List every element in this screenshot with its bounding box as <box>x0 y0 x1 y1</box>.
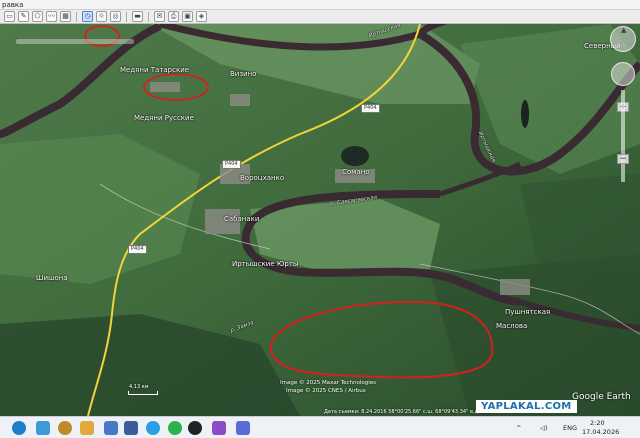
scale-bar <box>128 391 158 395</box>
folder-icon[interactable] <box>80 421 94 435</box>
place-label[interactable]: Шишона <box>36 274 68 282</box>
status-line: Дата съемки: 8.24.2016 58°00'25.66" с.ш.… <box>324 409 493 415</box>
email-icon[interactable]: ✉ <box>154 11 165 22</box>
place-label[interactable]: Вороцханко <box>240 174 284 182</box>
sun-icon[interactable]: ☼ <box>96 11 107 22</box>
north-icon: ▲ <box>621 26 627 34</box>
compass-control[interactable]: ▲ <box>610 26 636 52</box>
zoom-out-button[interactable]: − <box>617 154 629 164</box>
path-icon[interactable]: 〰 <box>46 11 57 22</box>
planet-icon[interactable]: ◎ <box>110 11 121 22</box>
overlay-icon[interactable]: ▦ <box>60 11 71 22</box>
taskbar: ^ ◁) ENG 2:20 17.04.2026 <box>0 416 640 438</box>
app-icon[interactable] <box>236 421 250 435</box>
place-label[interactable]: Иртышские Юрты <box>232 260 298 268</box>
menu-bar[interactable]: равка <box>0 0 640 10</box>
save-image-icon[interactable]: ▣ <box>182 11 193 22</box>
clock-date[interactable]: 17.04.2026 <box>582 428 619 436</box>
lake <box>341 146 369 166</box>
app-icon[interactable] <box>124 421 138 435</box>
forest-area <box>520 174 640 274</box>
place-label[interactable]: Медяни Русские <box>134 114 194 122</box>
maps-icon[interactable]: ◈ <box>196 11 207 22</box>
history-icon[interactable]: ◷ <box>82 11 93 22</box>
edge-icon[interactable] <box>12 421 26 435</box>
print-icon[interactable]: ⎙ <box>168 11 179 22</box>
toolbar: ▭ ✎ ⬠ 〰 ▦ ◷ ☼ ◎ ▬ ✉ ⎙ ▣ ◈ <box>0 10 640 24</box>
road-badge: Р404 <box>222 160 241 169</box>
sidebar-toggle-icon[interactable]: ▭ <box>4 11 15 22</box>
imagery-credit: Image © 2025 Maxar Technologies <box>280 380 377 386</box>
app-icon[interactable] <box>212 421 226 435</box>
road-badge: Р404 <box>361 104 380 113</box>
zoom-slider[interactable] <box>621 90 625 182</box>
clock-time[interactable]: 2:20 <box>590 419 605 427</box>
time-slider[interactable] <box>16 39 134 44</box>
toolbar-divider <box>148 11 149 22</box>
sound-icon[interactable]: ◁) <box>540 424 548 432</box>
vpn-icon[interactable] <box>188 421 202 435</box>
place-label[interactable]: Маслова <box>496 322 527 330</box>
watermark: YAPLAKAL.COM <box>476 400 577 413</box>
oxbow-lake <box>521 100 529 128</box>
place-label[interactable]: Визино <box>230 70 256 78</box>
place-label[interactable]: Сомано <box>342 168 370 176</box>
satellite-imagery <box>0 24 640 416</box>
chevron-up-icon[interactable]: ^ <box>516 424 521 432</box>
place-label[interactable]: Пушнятская <box>505 308 550 316</box>
app-icon[interactable] <box>58 421 72 435</box>
imagery-credit: Image © 2025 CNES / Airbus <box>286 388 366 394</box>
place-label[interactable]: Сабанаки <box>224 215 259 223</box>
road-badge: Р404 <box>128 245 147 254</box>
menu-label[interactable]: равка <box>2 1 23 9</box>
scale-label: 4.13 км <box>129 384 149 390</box>
pin-icon[interactable]: ✎ <box>18 11 29 22</box>
google-earth-logo: Google Earth <box>572 392 631 402</box>
outlook-icon[interactable] <box>36 421 50 435</box>
look-control[interactable] <box>611 62 635 86</box>
ruler-icon[interactable]: ▬ <box>132 11 143 22</box>
polygon-icon[interactable]: ⬠ <box>32 11 43 22</box>
explorer-icon[interactable] <box>104 421 118 435</box>
whatsapp-icon[interactable] <box>168 421 182 435</box>
place-label[interactable]: Медяни Татарские <box>120 66 189 74</box>
toolbar-divider <box>126 11 127 22</box>
map-viewport[interactable]: Медяни Татарские Медяни Русские Визино В… <box>0 24 640 416</box>
language-indicator[interactable]: ENG <box>563 424 577 432</box>
toolbar-divider <box>76 11 77 22</box>
telegram-icon[interactable] <box>146 421 160 435</box>
